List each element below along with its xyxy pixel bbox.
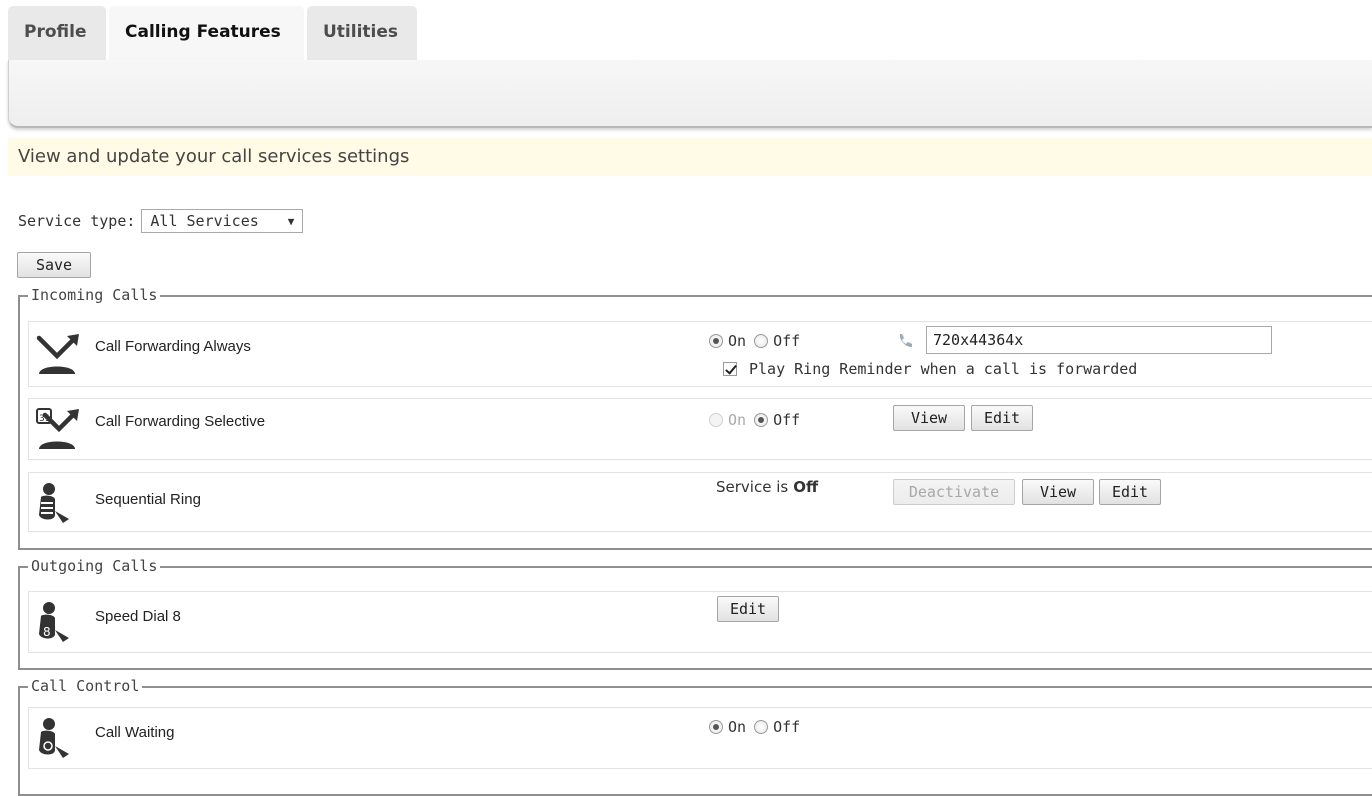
service-name: Speed Dial 8 [95, 608, 181, 625]
cfs-radio-group: On Off [709, 411, 808, 429]
speed-dial-icon: 8 [39, 602, 69, 642]
service-speed-dial-8: 8 Speed Dial 8 Edit [28, 591, 1372, 653]
ring-reminder-label: Play Ring Reminder when a call is forwar… [749, 360, 1138, 378]
service-call-forwarding-selective: 31 Call Forwarding Selective On Off View… [28, 398, 1372, 460]
cfs-on-label: On [728, 411, 747, 429]
service-name: Call Forwarding Always [95, 338, 251, 355]
seq-edit-button[interactable]: Edit [1099, 479, 1161, 505]
service-name: Sequential Ring [95, 491, 201, 508]
cfs-off-label: Off [773, 411, 801, 429]
save-button[interactable]: Save [17, 252, 91, 278]
service-type-select[interactable]: All Services ▼ [141, 209, 304, 233]
call-waiting-on-radio[interactable] [709, 720, 723, 734]
cfs-view-button[interactable]: View [893, 405, 965, 431]
cfa-off-label: Off [773, 332, 801, 350]
outgoing-calls-legend: Outgoing Calls [28, 557, 161, 575]
seq-status: Service is Off [716, 478, 818, 496]
call-waiting-off-radio[interactable] [754, 720, 769, 734]
cfa-radio-group: On Off [709, 332, 808, 350]
tab-bar: Profile Calling Features Utilities [8, 6, 420, 60]
info-banner: View and update your call services setti… [8, 138, 1372, 176]
tab-calling-features[interactable]: Calling Features [109, 6, 304, 60]
outgoing-calls-group: Outgoing Calls 8 Speed Dial 8 Edit [18, 557, 1372, 670]
call-waiting-icon [39, 718, 69, 758]
service-name: Call Forwarding Selective [95, 413, 266, 430]
call-waiting-radio-group: On Off [709, 718, 808, 736]
service-call-waiting: Call Waiting On Off [28, 707, 1372, 769]
banner-text: View and update your call services setti… [18, 146, 410, 167]
call-control-group: Call Control Call Waiting On Off [18, 677, 1372, 796]
cfs-off-radio[interactable] [754, 413, 769, 427]
seq-status-prefix: Service is [716, 478, 789, 496]
cfs-on-radio[interactable] [709, 413, 723, 427]
tab-profile[interactable]: Profile [8, 6, 106, 60]
toolbar-panel [8, 60, 1372, 128]
incoming-calls-legend: Incoming Calls [28, 286, 161, 304]
cfa-on-label: On [728, 332, 747, 350]
cfa-on-radio[interactable] [709, 334, 723, 348]
call-forward-always-icon [36, 334, 79, 374]
seq-status-value: Off [793, 478, 819, 496]
call-waiting-off-label: Off [773, 718, 801, 736]
incoming-calls-group: Incoming Calls Call Forwarding Always On… [18, 286, 1372, 550]
call-waiting-on-label: On [728, 718, 747, 736]
service-type-row: Service type: All Services ▼ [18, 209, 304, 233]
chevron-down-icon: ▼ [287, 214, 295, 228]
service-call-forwarding-always: Call Forwarding Always On Off Play Ring … [28, 321, 1372, 387]
call-control-legend: Call Control [28, 677, 143, 695]
call-forward-selective-icon: 31 [36, 408, 79, 449]
ring-reminder-row: Play Ring Reminder when a call is forwar… [723, 360, 1145, 378]
cfs-edit-button[interactable]: Edit [971, 405, 1033, 431]
seq-view-button[interactable]: View [1022, 479, 1094, 505]
service-type-label: Service type: [18, 212, 136, 230]
seq-deactivate-button[interactable]: Deactivate [893, 479, 1015, 505]
svg-text:8: 8 [43, 625, 51, 639]
forward-number-input[interactable] [926, 326, 1272, 354]
sequential-ring-icon [39, 483, 69, 523]
ring-reminder-checkbox[interactable] [723, 362, 737, 376]
service-name: Call Waiting [95, 724, 175, 741]
service-sequential-ring: Sequential Ring Service is Off Deactivat… [28, 472, 1372, 532]
phone-icon [899, 334, 912, 347]
speed-dial-edit-button[interactable]: Edit [717, 596, 779, 622]
service-type-value: All Services [150, 212, 259, 230]
tab-utilities[interactable]: Utilities [307, 6, 417, 60]
cfa-off-radio[interactable] [754, 334, 769, 348]
